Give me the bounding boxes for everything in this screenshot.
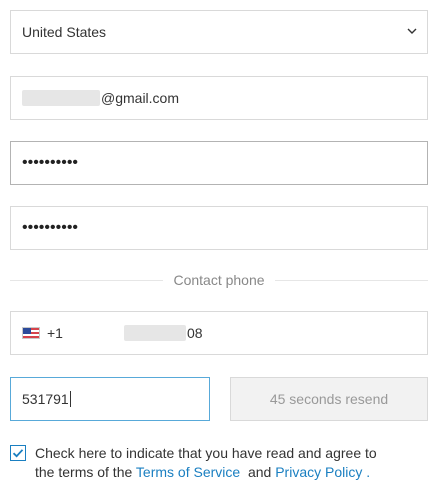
verification-code-value: 531791 bbox=[22, 391, 69, 407]
text-caret bbox=[69, 391, 71, 407]
contact-phone-divider: Contact phone bbox=[10, 270, 428, 290]
terms-of-service-link[interactable]: Terms of Service bbox=[136, 464, 240, 480]
agreement-prefix: the terms of the bbox=[35, 464, 133, 480]
country-select[interactable]: United States bbox=[10, 10, 428, 54]
verification-code-input[interactable]: 531791 bbox=[10, 377, 210, 421]
privacy-policy-link[interactable]: Privacy Policy bbox=[275, 464, 362, 480]
country-select-value: United States bbox=[22, 24, 107, 40]
password-masked-value: •••••••••• bbox=[22, 154, 79, 171]
divider-line-right bbox=[274, 279, 428, 281]
email-visible-suffix: @gmail.com bbox=[101, 90, 180, 106]
signup-form: United States @gmail.com •••••••••• ••••… bbox=[0, 0, 428, 489]
divider-line-left bbox=[10, 279, 164, 281]
agreement-checkbox[interactable] bbox=[10, 445, 26, 461]
chevron-down-icon bbox=[407, 28, 417, 34]
dial-code: +1 bbox=[47, 325, 63, 341]
password-field[interactable]: •••••••••• bbox=[10, 141, 428, 185]
email-field[interactable]: @gmail.com bbox=[10, 76, 428, 120]
phone-visible-suffix: 08 bbox=[186, 325, 203, 341]
phone-field[interactable]: +1 08 bbox=[10, 311, 428, 355]
agreement-line-2: the terms of the Terms of Service and Pr… bbox=[35, 463, 415, 482]
redacted-text bbox=[22, 90, 100, 106]
agreement-and: and bbox=[247, 464, 272, 480]
us-flag-icon[interactable] bbox=[22, 327, 40, 339]
resend-code-label: 45 seconds resend bbox=[269, 391, 389, 407]
resend-code-button[interactable]: 45 seconds resend bbox=[230, 377, 428, 421]
checkmark-icon bbox=[12, 449, 24, 458]
agreement-text: Check here to indicate that you have rea… bbox=[35, 444, 415, 482]
agreement-period: . bbox=[366, 464, 371, 480]
agreement-line-1: Check here to indicate that you have rea… bbox=[35, 445, 377, 461]
contact-phone-label: Contact phone bbox=[173, 272, 265, 288]
confirm-password-field[interactable]: •••••••••• bbox=[10, 206, 428, 250]
confirm-password-masked-value: •••••••••• bbox=[22, 219, 79, 236]
redacted-text bbox=[123, 325, 186, 341]
